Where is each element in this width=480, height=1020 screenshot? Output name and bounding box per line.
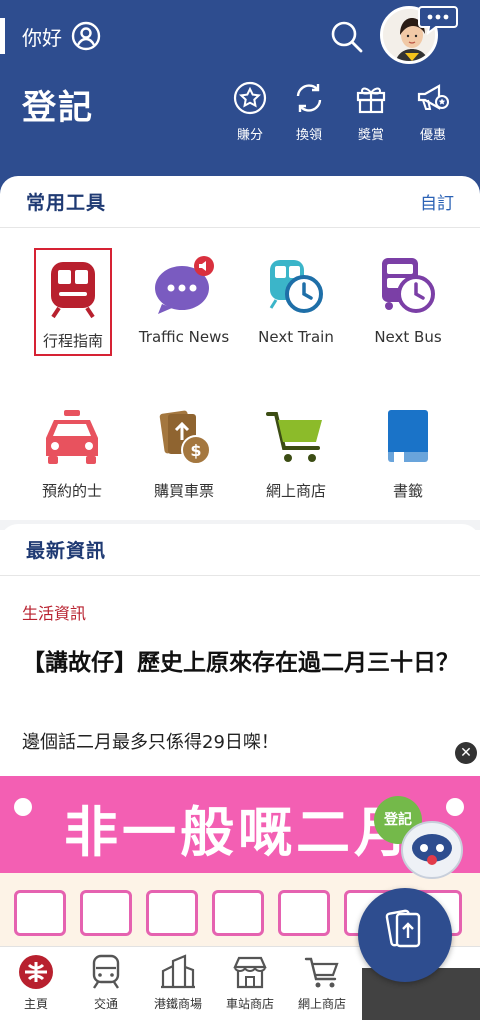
redeem-label: 換領 xyxy=(295,128,322,143)
tool-online-shop[interactable]: 網上商店 xyxy=(240,406,352,501)
earn-points-label: 賺分 xyxy=(236,128,263,143)
chat-bubble-icon xyxy=(155,256,214,314)
search-icon[interactable] xyxy=(328,18,366,56)
shopping-cart-icon xyxy=(266,412,322,462)
user-icon[interactable] xyxy=(70,20,102,52)
news-headline[interactable]: 【講故仔】歷史上原來存在過二月三十日？ xyxy=(22,644,462,682)
nav-online-shop[interactable]: 網上商店 xyxy=(286,953,358,1012)
nav-label: 交通 xyxy=(93,997,118,1011)
tool-label: Next Bus xyxy=(374,328,442,346)
calendar-box xyxy=(14,890,66,936)
tools-header: 常用工具 自訂 xyxy=(0,176,480,228)
greeting-text: 你好 xyxy=(22,25,62,50)
tool-book-taxi[interactable]: 預約的士 xyxy=(16,406,128,501)
nav-transport[interactable]: 交通 xyxy=(70,953,142,1012)
gift-icon xyxy=(356,87,386,114)
star-circle-icon xyxy=(233,81,267,115)
exchange-icon xyxy=(296,84,322,112)
tool-journey-planner[interactable]: 行程指南 xyxy=(34,248,112,356)
tools-section: 常用工具 自訂 行程指南 Traffic News Next Train Nex… xyxy=(0,176,480,526)
train-icon xyxy=(92,954,120,989)
banner-dot xyxy=(14,798,32,816)
train-icon xyxy=(51,262,95,319)
ticket-icon: $ xyxy=(159,410,211,465)
tool-label: 網上商店 xyxy=(265,482,326,500)
news-title: 最新資訊 xyxy=(26,540,107,562)
nav-malls[interactable]: 港鐵商場 xyxy=(142,953,214,1012)
tool-next-train[interactable]: Next Train xyxy=(240,254,352,346)
news-category: 生活資訊 xyxy=(22,604,87,623)
ticket-fab-button[interactable] xyxy=(358,888,452,982)
tool-label: Next Train xyxy=(258,328,334,346)
banner-dot xyxy=(446,798,464,816)
tool-label: Traffic News xyxy=(138,328,230,346)
tool-label: 書籤 xyxy=(392,482,423,500)
rewards-actions: 賺分 換領 獎賞 優惠 xyxy=(220,80,480,150)
bus-clock-icon xyxy=(382,258,435,313)
mtr-logo-icon xyxy=(19,955,53,989)
tool-next-bus[interactable]: Next Bus xyxy=(352,254,464,346)
bookmark-icon xyxy=(388,410,428,468)
nav-label: 車站商店 xyxy=(225,997,274,1011)
greeting-area[interactable]: 你好 xyxy=(22,20,102,52)
customise-link[interactable]: 自訂 xyxy=(420,189,454,214)
tool-buy-ticket[interactable]: $ 購買車票 xyxy=(128,406,240,501)
calendar-box xyxy=(80,890,132,936)
offers-button[interactable]: 優惠 xyxy=(403,80,463,143)
ticket-icon xyxy=(385,909,421,948)
shopping-cart-icon xyxy=(304,957,339,988)
close-icon[interactable]: ✕ xyxy=(455,742,477,764)
shop-icon xyxy=(233,956,267,989)
nav-label: 網上商店 xyxy=(297,997,346,1011)
nav-home[interactable]: 主頁 xyxy=(0,953,72,1012)
train-clock-icon xyxy=(269,260,323,313)
banner-text: 非一般嘅二月 xyxy=(64,801,412,864)
tool-bookmarks[interactable]: 書籤 xyxy=(352,406,464,501)
nav-label: 港鐵商場 xyxy=(153,997,202,1011)
chat-bubble-icon[interactable] xyxy=(418,3,458,35)
rewards-button[interactable]: 獎賞 xyxy=(341,80,401,143)
mascot-icon xyxy=(401,821,463,879)
earn-points-button[interactable]: 賺分 xyxy=(220,80,280,143)
building-icon xyxy=(161,954,195,989)
news-section: 最新資訊 生活資訊 【講故仔】歷史上原來存在過二月三十日？ 邊個話二月最多只係得… xyxy=(0,524,480,784)
header: 你好 登記 賺分 換領 獎賞 優惠 xyxy=(0,0,480,200)
calendar-box xyxy=(212,890,264,936)
svg-text:$: $ xyxy=(190,441,201,460)
tool-traffic-news[interactable]: Traffic News xyxy=(128,254,240,346)
megaphone-icon xyxy=(417,84,449,110)
nav-label: 主頁 xyxy=(23,997,48,1011)
calendar-box xyxy=(146,890,198,936)
news-summary: 邊個話二月最多只係得29日㗎！ xyxy=(22,732,279,753)
tools-grid: 行程指南 Traffic News Next Train Next Bus 預約… xyxy=(0,228,480,526)
page-title: 登記 xyxy=(22,88,94,128)
tools-title: 常用工具 xyxy=(26,192,107,214)
header-accent xyxy=(0,18,5,54)
tool-label: 購買車票 xyxy=(153,482,214,500)
nav-station-shops[interactable]: 車站商店 xyxy=(214,953,286,1012)
rewards-label: 獎賞 xyxy=(357,128,384,143)
calendar-box xyxy=(278,890,330,936)
taxi-icon xyxy=(46,410,98,464)
news-header: 最新資訊 xyxy=(0,524,480,576)
redeem-button[interactable]: 換領 xyxy=(279,80,339,143)
tool-label: 行程指南 xyxy=(42,332,103,350)
tool-label: 預約的士 xyxy=(41,482,102,500)
offers-label: 優惠 xyxy=(419,128,446,143)
